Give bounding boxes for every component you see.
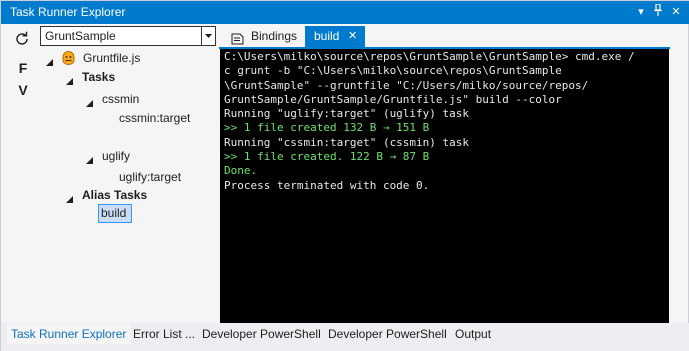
console-output: C:\Users\milko\source\repos\GruntSample\…: [220, 49, 669, 323]
console-line: >> 1 file created. 122 B → 87 B: [224, 150, 430, 164]
expanded-arrow-icon[interactable]: [45, 54, 54, 66]
tree-node-build[interactable]: build: [98, 204, 132, 223]
project-select[interactable]: GruntSample: [40, 26, 216, 46]
task-runner-explorer-window: Task Runner Explorer ▾ ✕ F V GruntSample: [0, 0, 689, 351]
pin-glyph: [654, 3, 662, 16]
bottom-tab[interactable]: Task Runner Explorer: [7, 324, 131, 344]
chevron-down-icon[interactable]: [201, 27, 215, 45]
right-edge: [670, 25, 688, 323]
close-icon[interactable]: ✕: [668, 4, 684, 20]
bottom-tab[interactable]: Error List ...: [129, 324, 199, 344]
console-line: >> 1 file created 132 B → 151 B: [224, 121, 430, 135]
tree-node-label: Tasks: [82, 70, 116, 84]
tree-node-uglify-target[interactable]: uglify:target: [119, 168, 181, 187]
expanded-arrow-icon[interactable]: [85, 152, 94, 164]
console-line: c grunt -b "C:\Users\milko\source\repos\…: [224, 64, 562, 78]
pin-icon[interactable]: [650, 3, 666, 20]
console-line: C:\Users\milko\source\repos\GruntSample\…: [224, 50, 635, 63]
tab-label: build: [314, 29, 340, 43]
tree-node-label: uglify: [102, 149, 131, 163]
bottom-tab[interactable]: Output: [451, 324, 495, 344]
output-pane: Bindings build ✕ C:\Users\milko\source\r…: [219, 25, 670, 323]
console-line: Process terminated with code 0.: [224, 178, 430, 192]
close-tab-icon[interactable]: ✕: [348, 26, 357, 47]
project-select-value: GruntSample: [45, 29, 116, 43]
tree-node-label: cssmin: [102, 92, 140, 106]
window-title: Task Runner Explorer: [10, 5, 126, 19]
console-line: GruntSample/GruntSample/Gruntfile.js" bu…: [224, 92, 562, 106]
tab-build[interactable]: build ✕: [305, 26, 365, 47]
output-tabs: Bindings build ✕: [219, 25, 670, 48]
title-bar: Task Runner Explorer ▾ ✕: [1, 1, 689, 24]
console-line: \GruntSample" --gruntfile "C:/Users/milk…: [224, 78, 589, 92]
window-menu-dropdown-icon[interactable]: ▾: [633, 4, 649, 20]
bottom-tab[interactable]: Developer PowerShell: [198, 324, 325, 344]
tree-node-label: Gruntfile.js: [83, 51, 141, 65]
console-line: Done.: [224, 164, 258, 178]
task-tree-pane: F V GruntSample Gruntfile.js Tasks cssmi…: [3, 25, 216, 323]
refresh-icon[interactable]: [13, 30, 31, 48]
tab-label: Bindings: [251, 29, 298, 43]
bottom-tab[interactable]: Developer PowerShell: [324, 324, 451, 344]
expanded-arrow-icon[interactable]: [65, 191, 74, 203]
bottom-tool-tabs: Task Runner Explorer Error List ... Develo…: [1, 323, 689, 351]
grunt-icon: [62, 51, 75, 65]
console-line: Running "uglify:target" (uglify) task: [224, 107, 470, 121]
tree-node-label: Alias Tasks: [82, 188, 148, 202]
task-tree: Gruntfile.js Tasks cssmin cssmin:target: [3, 47, 216, 323]
tree-node-label: build: [101, 206, 127, 220]
tree-node-label: cssmin:target: [119, 111, 191, 125]
tree-node-cssmin-target[interactable]: cssmin:target: [119, 109, 190, 128]
console-line: Running "cssmin:target" (cssmin) task: [224, 135, 470, 149]
expanded-arrow-icon[interactable]: [65, 73, 74, 85]
tree-node-label: uglify:target: [119, 170, 182, 184]
tab-bindings[interactable]: Bindings: [225, 26, 305, 47]
expanded-arrow-icon[interactable]: [85, 95, 94, 107]
